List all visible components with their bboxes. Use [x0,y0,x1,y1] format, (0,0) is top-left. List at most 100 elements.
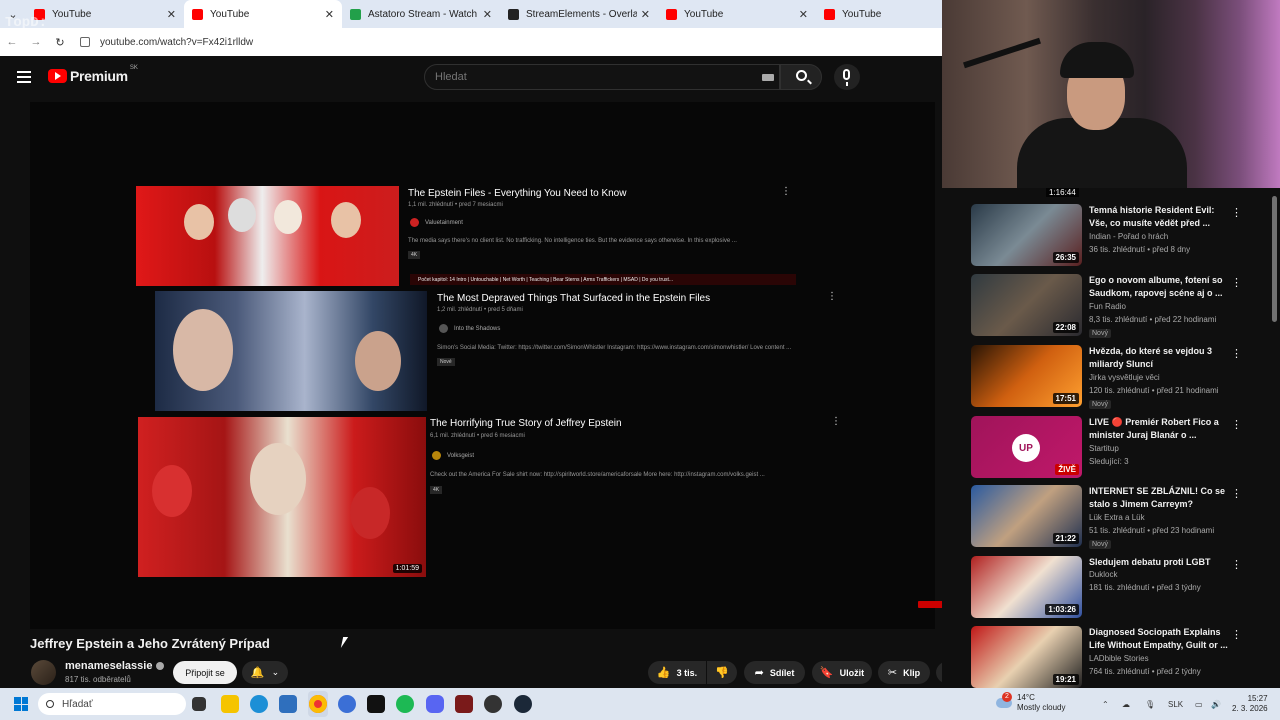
join-button[interactable]: Připojit se [173,661,237,684]
more-options-icon[interactable]: ⋮ [1231,418,1242,431]
related-video-channel[interactable]: Fun Radio [1089,302,1126,311]
site-info-icon[interactable] [80,37,90,47]
browser-tab[interactable]: Astatoro Stream - Watch Live o ✕ [342,0,500,28]
voice-search-button[interactable] [834,64,860,90]
display-icon[interactable]: ▭ [1195,700,1203,709]
save-button[interactable]: 🔖 Uložit [812,661,872,684]
related-video-title[interactable]: Sledujem debatu proti LGBT [1089,556,1234,569]
result-channel[interactable]: Valuetainment [410,218,463,227]
related-video-item[interactable]: 26:35 Temná historie Resident Evil: Vše, … [971,204,1271,270]
close-icon[interactable]: ✕ [799,8,808,21]
result-channel[interactable]: Volksgeist [432,451,474,460]
browser-tab-active[interactable]: YouTube ✕ [184,0,342,28]
voicemeeter-icon[interactable] [455,695,473,713]
like-button[interactable]: 👍 3 tis. [648,661,706,684]
notifications-button[interactable]: 🔔 ⌄ [242,661,288,684]
close-icon[interactable]: ✕ [325,8,334,21]
more-options-icon[interactable]: ⋮ [781,186,791,197]
result-channel[interactable]: Into the Shadows [439,324,500,333]
search-button[interactable] [780,64,822,90]
related-video-item[interactable]: UP ŽIVĚ LIVE 🔴 Premiér Robert Fico a minis… [971,416,1271,482]
obs-icon[interactable] [484,695,502,713]
dislike-button[interactable]: 👎 [707,661,737,684]
related-video-channel[interactable]: LADbible Stories [1089,654,1149,663]
reload-icon[interactable]: ↻ [48,36,72,49]
result-title[interactable]: The Horrifying True Story of Jeffrey Eps… [430,418,622,429]
related-video-item[interactable]: 17:51 Hvězda, do které se vejdou 3 miliar… [971,345,1271,411]
related-video-item[interactable]: 19:21 Diagnosed Sociopath Explains Life W… [971,626,1271,692]
language-indicator[interactable]: SLK [1168,700,1183,709]
more-options-icon[interactable]: ⋮ [1231,206,1242,219]
result-title[interactable]: The Epstein Files - Everything You Need … [408,188,626,199]
related-video-thumbnail[interactable]: 19:21 [971,626,1082,688]
menu-icon[interactable] [17,71,31,83]
related-video-channel[interactable]: Jirka vysvětluje věci [1089,373,1160,382]
related-video-title[interactable]: Hvězda, do které se vejdou 3 miliardy Sl… [1089,345,1234,371]
youtube-logo[interactable]: Premium SK [48,65,138,84]
video-player[interactable]: The Epstein Files - Everything You Need … [30,102,952,629]
discord-icon[interactable] [426,695,444,713]
more-options-icon[interactable]: ⋮ [831,416,841,427]
related-video-channel[interactable]: Startitup [1089,444,1119,453]
chrome-icon[interactable] [309,695,327,713]
related-video-thumbnail[interactable]: 21:22 [971,485,1082,547]
related-video-title[interactable]: Ego o novom albume, fotení so Saudkom, r… [1089,274,1234,300]
chevron-up-icon[interactable]: ⌃ [1102,700,1109,709]
capcut-icon[interactable] [367,695,385,713]
channel-name[interactable]: menameselassie [65,660,165,672]
related-video-channel[interactable]: Lük Extra a Lük [1089,513,1145,522]
related-video-title[interactable]: INTERNET SE ZBLÁZNIL! Co se stalo s Jime… [1089,485,1234,511]
network-icon[interactable]: ☁ [1122,700,1130,709]
browser-tab[interactable]: YouTube ✕ [26,0,184,28]
edge-icon[interactable] [250,695,268,713]
more-options-icon[interactable]: ⋮ [1231,628,1242,641]
related-video-thumbnail[interactable]: 22:08 [971,274,1082,336]
clock[interactable]: 15:27 2. 3. 2026 [1232,694,1268,714]
related-video-thumbnail[interactable]: 26:35 [971,204,1082,266]
windows-start-icon[interactable] [14,697,28,711]
channel-avatar[interactable] [31,660,56,685]
store-icon[interactable] [279,695,297,713]
result-title[interactable]: The Most Depraved Things That Surfaced i… [437,293,710,304]
mic-tray-icon[interactable]: 🎙 [1145,700,1155,709]
spotify-icon[interactable] [396,695,414,713]
sidebar-scrollbar[interactable] [1272,196,1277,322]
related-video-title[interactable]: LIVE 🔴 Premiér Robert Fico a minister Ju… [1089,416,1234,442]
keyboard-icon[interactable] [762,74,774,81]
search-input[interactable] [435,71,735,83]
url-field[interactable]: youtube.com/watch?v=Fx42i1rlldw [100,37,253,48]
app-icon[interactable] [338,695,356,713]
related-video-item[interactable]: 22:08 Ego o novom albume, fotení so Saudk… [971,274,1271,340]
related-video-channel[interactable]: Indian - Pořad o hrách [1089,232,1168,241]
related-video-title[interactable]: Diagnosed Sociopath Explains Life Withou… [1089,626,1234,652]
forward-icon[interactable]: → [24,36,48,48]
more-options-icon[interactable]: ⋮ [1231,558,1242,571]
browser-tab[interactable]: YouTube ✕ [658,0,816,28]
more-options-icon[interactable]: ⋮ [1231,276,1242,289]
related-video-thumbnail[interactable]: UP ŽIVĚ [971,416,1082,478]
related-video-thumbnail[interactable]: 17:51 [971,345,1082,407]
file-explorer-icon[interactable] [221,695,239,713]
related-video-title[interactable]: Temná historie Resident Evil: Vše, co mu… [1089,204,1234,230]
browser-tab[interactable]: YouTube [816,0,936,28]
related-video-item[interactable]: 1:03:26 Sledujem debatu proti LGBT Duklock… [971,556,1271,622]
search-box[interactable] [424,64,780,90]
share-button[interactable]: ➦ Sdílet [744,661,805,684]
steam-icon[interactable] [514,695,532,713]
taskbar-search[interactable]: Hľadať [38,693,186,715]
close-icon[interactable]: ✕ [641,8,650,21]
close-icon[interactable]: ✕ [483,8,492,21]
task-view-icon[interactable] [192,697,206,711]
related-video-thumbnail[interactable]: 1:03:26 [971,556,1082,618]
clip-button[interactable]: ✂ Klip [878,661,930,684]
more-options-icon[interactable]: ⋮ [1231,487,1242,500]
browser-tab[interactable]: StreamElements - Overlays ✕ [500,0,658,28]
related-video-item[interactable]: 21:22 INTERNET SE ZBLÁZNIL! Co se stalo s… [971,485,1271,551]
more-options-icon[interactable]: ⋮ [1231,347,1242,360]
chapters-bar[interactable]: Počet kapitol: 14 Intro | Untouchable | … [410,274,796,285]
related-video-channel[interactable]: Duklock [1089,570,1117,579]
close-icon[interactable]: ✕ [167,8,176,21]
volume-icon[interactable]: 🔊 [1211,700,1221,709]
back-icon[interactable]: ← [0,36,24,48]
more-options-icon[interactable]: ⋮ [827,291,837,302]
